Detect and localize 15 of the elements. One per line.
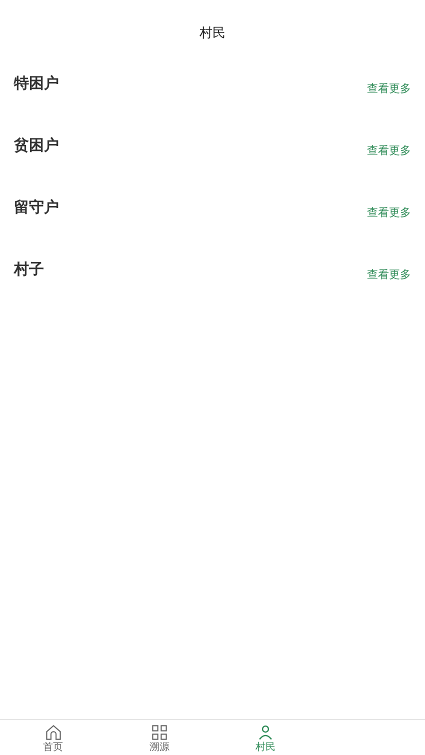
section-title: 村子 bbox=[14, 259, 44, 280]
page-title: 村民 bbox=[200, 25, 226, 44]
view-more-link[interactable]: 查看更多 bbox=[367, 205, 411, 222]
section-title: 贫困户 bbox=[14, 135, 59, 156]
grid-icon bbox=[150, 724, 168, 741]
tab-bar-item[interactable]: 村民 bbox=[212, 720, 319, 755]
section-title: 留守户 bbox=[14, 197, 59, 218]
view-more-link[interactable]: 查看更多 bbox=[367, 143, 411, 160]
view-more-link[interactable]: 查看更多 bbox=[367, 267, 411, 284]
view-more-link[interactable]: 查看更多 bbox=[367, 81, 411, 98]
section-title: 特困户 bbox=[14, 73, 59, 94]
tab-bar-item[interactable]: 溯源 bbox=[106, 720, 212, 755]
person-icon bbox=[257, 724, 274, 741]
home-icon bbox=[44, 724, 62, 741]
tab-bar-item[interactable]: 首页 bbox=[0, 720, 106, 755]
